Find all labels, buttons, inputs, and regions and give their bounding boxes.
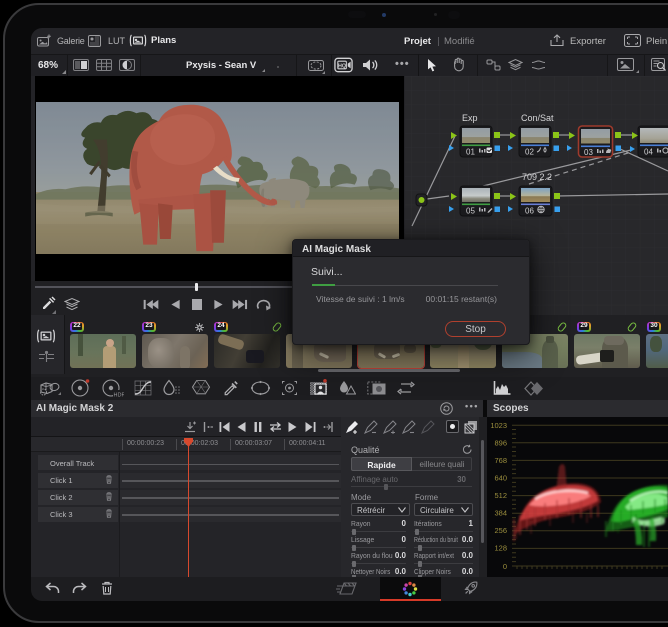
svg-text:HDR: HDR [114,393,125,398]
svg-text:640: 640 [494,474,507,483]
svg-text:768: 768 [494,456,507,465]
svg-text:384: 384 [494,509,507,518]
svg-text:01: 01 [466,148,475,157]
svg-text:Exp: Exp [462,113,478,123]
svg-text:896: 896 [494,439,507,448]
svg-text:HQ: HQ [338,63,346,69]
svg-text:128: 128 [494,544,507,553]
svg-text:03: 03 [584,148,593,157]
svg-text:05: 05 [466,207,475,216]
svg-text:0: 0 [503,562,507,571]
svg-text:Con/Sat: Con/Sat [521,113,554,123]
svg-text:02: 02 [525,148,534,157]
svg-text:512: 512 [494,491,507,500]
svg-text:256: 256 [494,526,507,535]
svg-text:04: 04 [644,148,653,157]
svg-text:709 2.2: 709 2.2 [522,172,552,182]
svg-text:1023: 1023 [490,421,507,430]
svg-text:06: 06 [525,207,534,216]
